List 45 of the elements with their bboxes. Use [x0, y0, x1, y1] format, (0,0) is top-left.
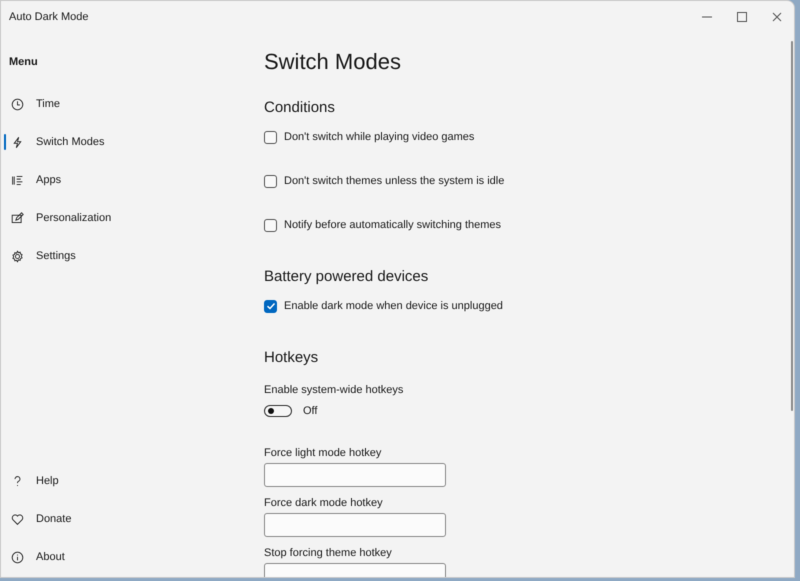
checkbox-box[interactable]	[264, 130, 277, 144]
maximize-icon	[736, 12, 746, 22]
nav-item[interactable]: Help	[1, 462, 251, 500]
list-icon	[11, 174, 24, 186]
nav-item[interactable]: Donate	[1, 500, 251, 538]
settings-icon	[11, 250, 24, 262]
section-heading: Hotkeys	[264, 348, 320, 368]
menu-heading: Menu	[9, 55, 39, 70]
toggle-label: Enable system-wide hotkeys	[264, 383, 404, 397]
window-title: Auto Dark Mode	[8, 11, 90, 23]
nav-item[interactable]: Apps	[1, 161, 251, 199]
checkbox-label: Don't switch themes unless the system is idle	[284, 174, 504, 188]
field-label: Force light mode hotkey	[264, 446, 382, 460]
page-title: Switch Modes	[264, 48, 402, 76]
nav-item[interactable]: Personalization	[1, 199, 251, 237]
checkmark-icon	[266, 301, 276, 311]
nav-item[interactable]: Time	[1, 85, 251, 123]
checkbox[interactable]: Don't switch while playing video games	[264, 127, 794, 147]
checkbox[interactable]: Notify before automatically switching themes	[264, 215, 794, 235]
checkbox-label: Don't switch while playing video games	[284, 130, 474, 144]
close-icon	[772, 12, 782, 22]
scrollbar[interactable]	[791, 41, 793, 411]
nav-item[interactable]: About	[1, 538, 251, 576]
checkbox-box[interactable]	[264, 218, 277, 232]
checkbox[interactable]: Don't switch themes unless the system is idle	[264, 171, 794, 191]
toggle-state: Off	[303, 404, 318, 418]
info-icon	[11, 550, 24, 564]
field-label: Stop forcing theme hotkey	[264, 546, 393, 560]
pen-icon	[11, 212, 24, 224]
toggle-switch[interactable]	[264, 405, 292, 417]
heart-icon	[11, 512, 24, 526]
section-heading: Battery powered devices	[264, 267, 430, 287]
lightning-icon	[11, 136, 24, 148]
clock-icon	[11, 98, 24, 110]
checkbox-box[interactable]	[264, 300, 277, 312]
field-label: Force dark mode hotkey	[264, 496, 384, 510]
checkbox-box[interactable]	[264, 174, 277, 188]
checkbox[interactable]: Enable dark mode when device is unplugged	[264, 296, 794, 316]
section-heading: Conditions	[264, 98, 336, 118]
hotkey-field[interactable]	[264, 513, 446, 537]
hotkey-field[interactable]	[264, 463, 446, 487]
nav-item[interactable]: Switch Modes	[1, 123, 251, 161]
nav-item[interactable]: Settings	[1, 237, 251, 275]
checkbox-label: Notify before automatically switching themes	[284, 218, 502, 232]
checkbox-label: Enable dark mode when device is unplugged	[284, 299, 503, 313]
